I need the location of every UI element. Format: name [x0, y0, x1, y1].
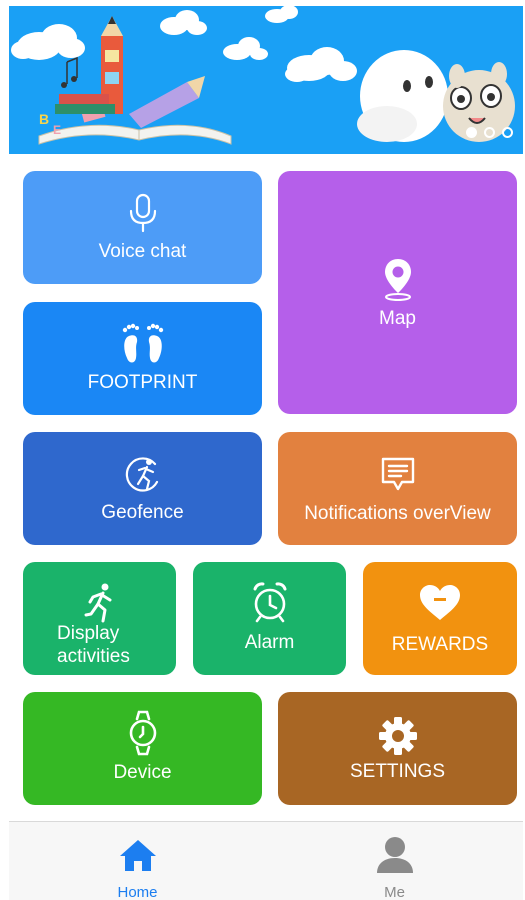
settings-tile[interactable]: SETTINGS: [278, 692, 517, 805]
carousel-dot[interactable]: [502, 127, 513, 138]
svg-text:B: B: [39, 111, 49, 127]
alarm-label: Alarm: [244, 632, 295, 653]
voice-chat-tile[interactable]: Voice chat: [23, 171, 262, 284]
notifications-overview-label: Notifications overView: [304, 503, 491, 524]
display-activities-label-line2: activities: [57, 646, 130, 667]
footprint-label: FOOTPRINT: [87, 372, 198, 393]
geofence-label: Geofence: [101, 502, 184, 523]
app-screen: B E Voice chat Map FOOTPRINT Geofence No…: [0, 0, 525, 900]
device-label: Device: [113, 762, 172, 783]
tab-me-label: Me: [384, 884, 405, 900]
carousel-indicator: [466, 127, 513, 138]
banner-illustration: B E: [11, 6, 515, 145]
notifications-overview-tile[interactable]: Notifications overView: [278, 432, 517, 545]
svg-text:E: E: [53, 123, 61, 137]
message-icon: [278, 454, 517, 494]
voice-chat-label: Voice chat: [98, 241, 187, 262]
footprints-icon: [23, 322, 262, 366]
person-icon: [266, 836, 523, 874]
home-icon: [9, 838, 266, 872]
tab-home-label: Home: [117, 884, 158, 900]
location-pin-icon: [278, 257, 517, 301]
footprint-tile[interactable]: FOOTPRINT: [23, 302, 262, 415]
geofence-tile[interactable]: Geofence: [23, 432, 262, 545]
tab-home[interactable]: Home: [9, 822, 266, 900]
carousel-dot[interactable]: [484, 127, 495, 138]
map-tile[interactable]: Map: [278, 171, 517, 414]
bottom-tab-bar: Home Me: [9, 821, 523, 900]
display-activities-tile[interactable]: Display activities: [23, 562, 176, 675]
banner-carousel[interactable]: B E: [9, 6, 523, 154]
map-label: Map: [379, 308, 416, 329]
alarm-tile[interactable]: Alarm: [193, 562, 346, 675]
tab-me[interactable]: Me: [266, 822, 523, 900]
display-activities-label-line1: Display: [57, 623, 120, 644]
display-activities-label: Display activities: [57, 622, 176, 668]
device-tile[interactable]: Device: [23, 692, 262, 805]
rewards-tile[interactable]: REWARDS: [363, 562, 517, 675]
rewards-label: REWARDS: [391, 634, 489, 655]
gear-icon: [278, 716, 517, 756]
runner-circle-icon: [23, 454, 262, 494]
settings-label: SETTINGS: [349, 761, 445, 782]
alarm-clock-icon: [193, 580, 346, 624]
heart-icon: [363, 584, 517, 622]
watch-icon: [23, 710, 262, 756]
carousel-dot-active[interactable]: [466, 127, 477, 138]
runner-icon: [23, 582, 176, 624]
microphone-icon: [23, 193, 262, 233]
